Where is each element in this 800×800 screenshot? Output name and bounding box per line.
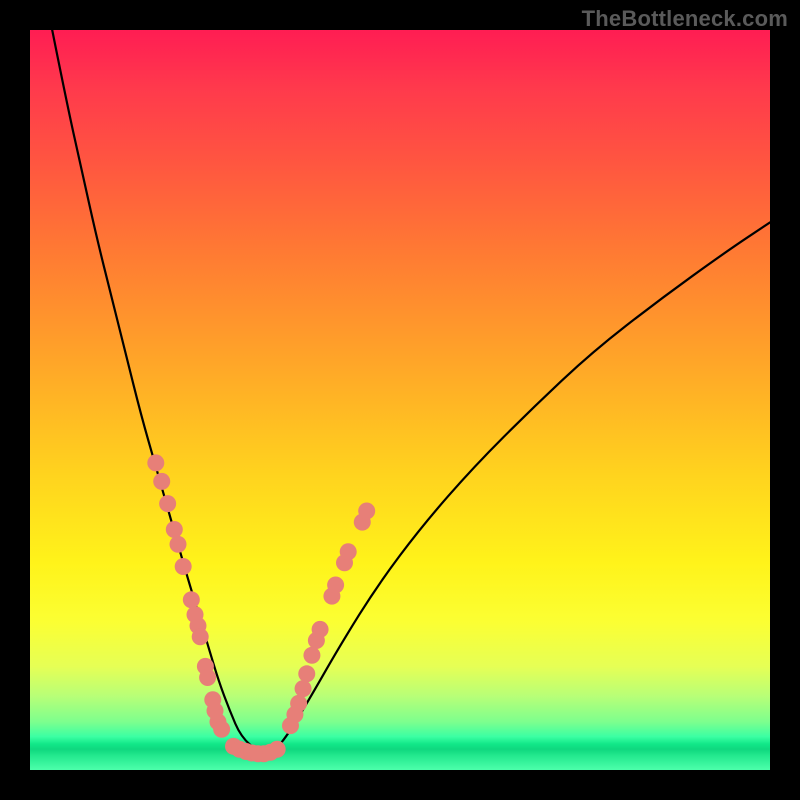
data-dot [290, 695, 307, 712]
data-dots [147, 454, 375, 762]
data-dot [183, 591, 200, 608]
data-dot [312, 621, 329, 638]
data-dot [213, 721, 230, 738]
chart-svg [30, 30, 770, 770]
bottleneck-curve [52, 30, 770, 752]
data-dot [269, 741, 286, 758]
data-dot [303, 647, 320, 664]
data-dot [166, 521, 183, 538]
data-dot [199, 669, 216, 686]
outer-frame: TheBottleneck.com [0, 0, 800, 800]
data-dot [153, 473, 170, 490]
data-dot [175, 558, 192, 575]
watermark-text: TheBottleneck.com [582, 6, 788, 32]
data-dot [340, 543, 357, 560]
data-dot [170, 536, 187, 553]
data-dot [298, 665, 315, 682]
data-dot [192, 628, 209, 645]
plot-area [30, 30, 770, 770]
data-dot [147, 454, 164, 471]
data-dot [358, 503, 375, 520]
data-dot [159, 495, 176, 512]
data-dot [327, 577, 344, 594]
data-dot [295, 680, 312, 697]
